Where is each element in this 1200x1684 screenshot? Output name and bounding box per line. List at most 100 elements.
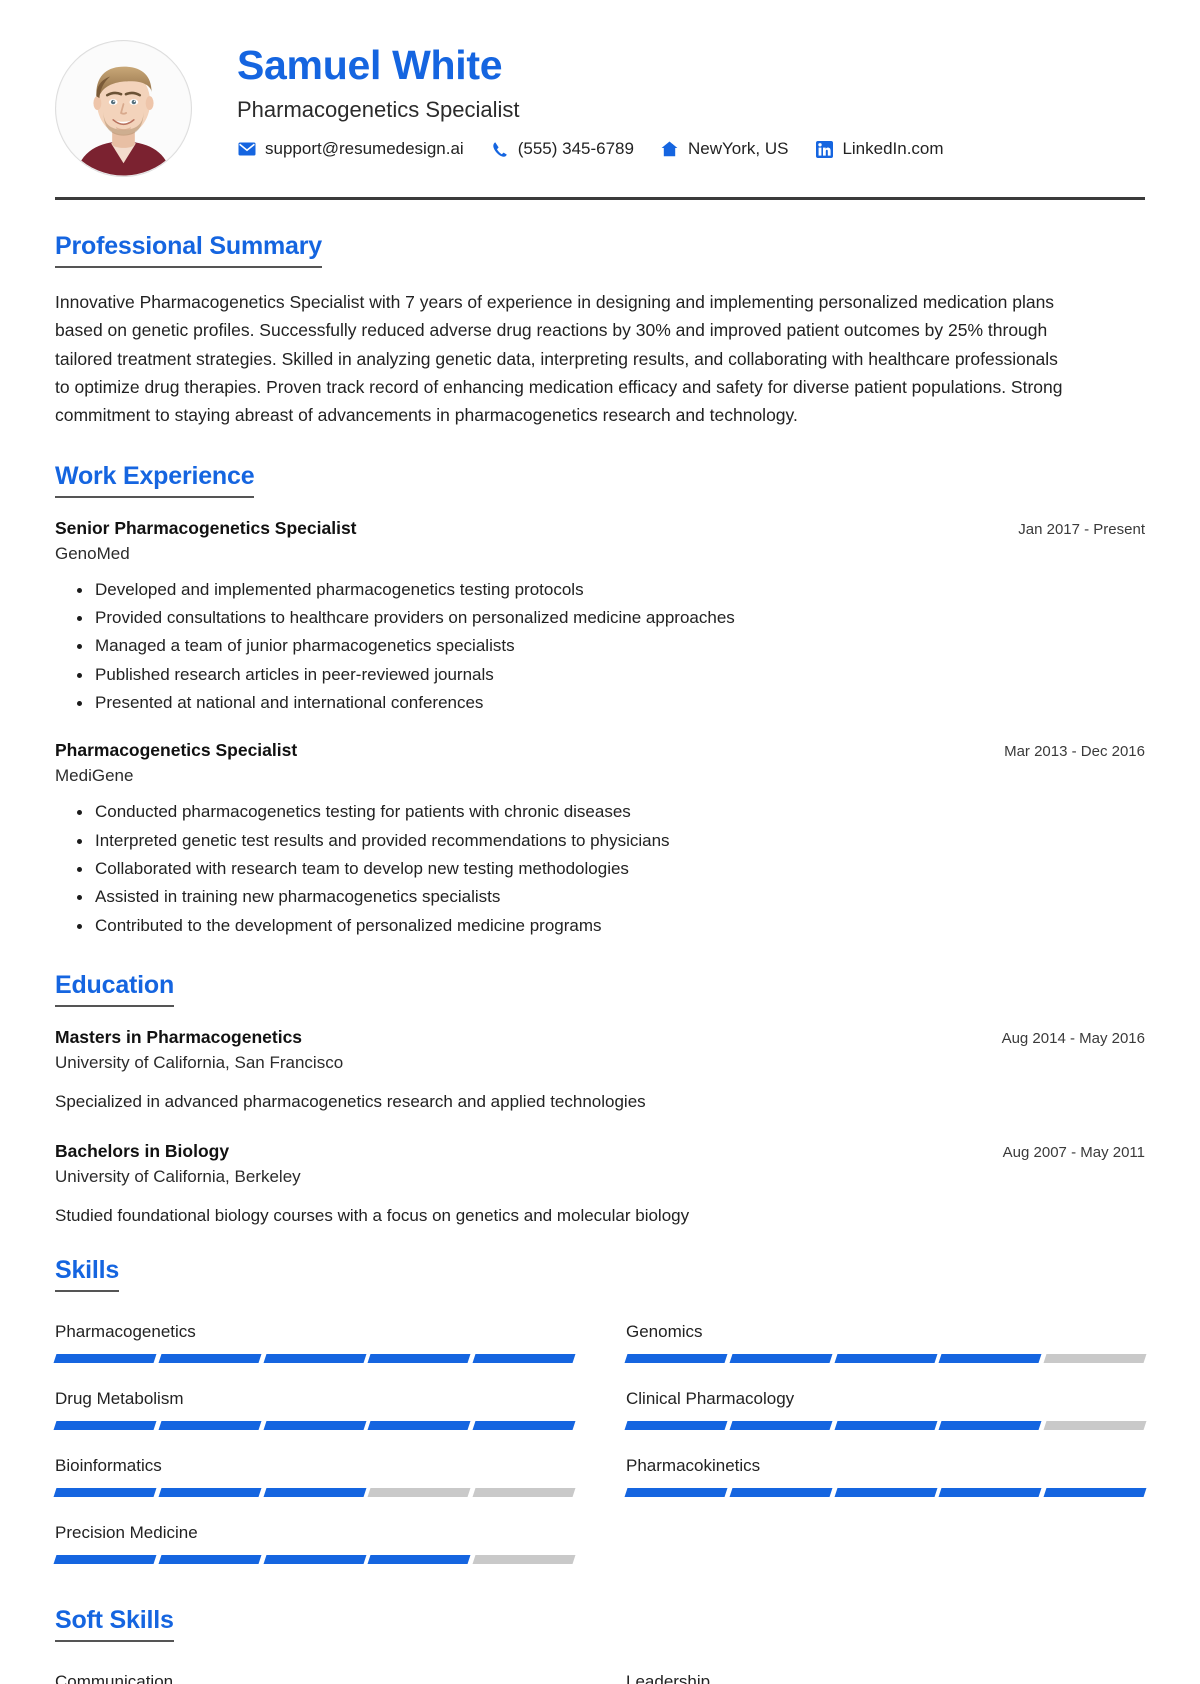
list-item: Assisted in training new pharmacogenetic… [77,884,1145,910]
skill-level-segment [938,1421,1042,1431]
contact-linkedin[interactable]: LinkedIn.com [814,139,944,159]
job-title: Pharmacogenetics Specialist [237,97,520,123]
skill-level-segment [729,1354,833,1364]
soft-skills-grid: Communication Leadership [55,1662,1145,1684]
skill-item: Drug Metabolism [53,1379,576,1444]
education-entry: Bachelors in Biology Aug 2007 - May 2011… [55,1141,1145,1229]
section-soft-skills: Soft Skills Communication Leadership [55,1606,1145,1684]
skill-level-bar [53,1421,576,1431]
skill-level-segment [158,1488,262,1498]
email-icon [237,140,257,158]
section-heading-education: Education [55,971,174,1008]
section-work-experience: Work Experience Senior Pharmacogenetics … [55,462,1145,939]
section-skills: Skills Pharmacogenetics Genomics Drug Meta… [53,1256,1147,1578]
resume-page: Samuel White Pharmacogenetics Specialist… [0,0,1200,1684]
skill-level-segment [1043,1421,1147,1431]
education-school: University of California, Berkeley [55,1166,301,1186]
skill-item: Pharmacogenetics [53,1312,576,1377]
work-bullets: Conducted pharmacogenetics testing for p… [55,799,1145,939]
work-bullets: Developed and implemented pharmacogeneti… [55,577,1145,717]
skill-level-segment [158,1421,262,1431]
resume-header: Samuel White Pharmacogenetics Specialist… [55,0,1145,191]
skill-label: Drug Metabolism [55,1389,184,1409]
skill-level-segment [834,1421,937,1431]
skill-level-segment [472,1354,576,1364]
list-item: Collaborated with research team to devel… [77,856,1145,882]
skill-level-segment [53,1421,157,1431]
skill-level-segment [367,1555,471,1565]
work-date: Jan 2017 - Present [1018,520,1145,538]
contact-email-value: support@resumedesign.ai [265,139,464,159]
work-entry: Senior Pharmacogenetics Specialist Jan 2… [55,518,1145,717]
work-date: Mar 2013 - Dec 2016 [1004,743,1145,761]
contact-linkedin-value: LinkedIn.com [842,139,944,159]
education-degree: Bachelors in Biology [55,1140,230,1161]
work-organization: GenoMed [55,543,130,563]
skill-level-segment [938,1354,1042,1364]
education-school: University of California, San Francisco [55,1053,344,1073]
section-heading-skills: Skills [55,1256,119,1293]
education-date: Aug 2007 - May 2011 [1002,1143,1145,1161]
section-education: Education Masters in Pharmacogenetics Au… [55,971,1145,1228]
summary-text: Innovative Pharmacogenetics Specialist w… [55,292,1063,426]
list-item: Managed a team of junior pharmacogenetic… [77,633,1145,659]
home-icon [660,140,680,158]
soft-skill-label: Leadership [626,1672,711,1684]
skill-label: Pharmacogenetics [55,1322,196,1342]
page-title: Samuel White [237,42,503,88]
soft-skill-item: Communication [55,1662,574,1684]
work-role: Senior Pharmacogenetics Specialist [55,517,357,538]
skill-level-segment [834,1488,937,1498]
soft-skill-label: Communication [55,1672,174,1684]
skill-level-segment [263,1421,366,1431]
header-divider [55,197,1145,200]
contact-location[interactable]: NewYork, US [660,139,788,159]
skill-label: Pharmacokinetics [626,1456,761,1476]
skill-level-segment [263,1555,366,1565]
list-item: Provided consultations to healthcare pro… [77,605,1145,631]
skill-level-bar [53,1354,576,1364]
section-heading-summary: Professional Summary [55,232,322,268]
skill-item: Precision Medicine [53,1513,576,1578]
skill-level-segment [729,1488,833,1498]
skill-level-segment [158,1555,262,1565]
linkedin-icon [814,140,834,158]
skills-grid: Pharmacogenetics Genomics Drug Metabolism C… [53,1312,1147,1578]
section-heading-work: Work Experience [55,462,255,498]
work-role: Pharmacogenetics Specialist [55,740,298,761]
skill-level-bar [53,1555,576,1565]
skill-item: Bioinformatics [53,1446,576,1511]
section-heading-soft-skills: Soft Skills [55,1606,174,1643]
list-item: Developed and implemented pharmacogeneti… [77,577,1145,603]
education-entry: Masters in Pharmacogenetics Aug 2014 - M… [55,1027,1145,1115]
list-item: Presented at national and international … [77,690,1145,716]
contact-email[interactable]: support@resumedesign.ai [237,139,464,159]
education-description: Specialized in advanced pharmacogenetics… [55,1092,646,1112]
list-item: Conducted pharmacogenetics testing for p… [77,799,1145,825]
skill-label: Precision Medicine [55,1523,198,1543]
skill-level-segment [624,1488,728,1498]
soft-skill-item: Leadership [626,1662,1145,1684]
work-organization: MediGene [55,766,134,786]
skill-level-segment [158,1354,262,1364]
skill-level-segment [367,1488,471,1498]
header-text-block: Samuel White Pharmacogenetics Specialist… [192,36,1145,159]
phone-icon [490,140,510,158]
profile-photo-icon [56,41,191,176]
education-degree: Masters in Pharmacogenetics [55,1027,303,1048]
skill-level-segment [938,1488,1042,1498]
contact-phone[interactable]: (555) 345-6789 [490,139,634,159]
skill-label: Genomics [626,1322,703,1342]
skill-level-segment [834,1354,937,1364]
contact-location-value: NewYork, US [687,139,789,159]
avatar [55,40,192,177]
education-date: Aug 2014 - May 2016 [1001,1030,1145,1048]
skill-item: Clinical Pharmacology [624,1379,1147,1444]
skill-level-segment [53,1555,157,1565]
skill-level-bar [624,1421,1147,1431]
skill-level-segment [472,1555,576,1565]
skill-level-segment [729,1421,833,1431]
contact-phone-value: (555) 345-6789 [517,139,634,159]
skill-level-bar [624,1354,1147,1364]
skill-level-segment [1043,1488,1147,1498]
